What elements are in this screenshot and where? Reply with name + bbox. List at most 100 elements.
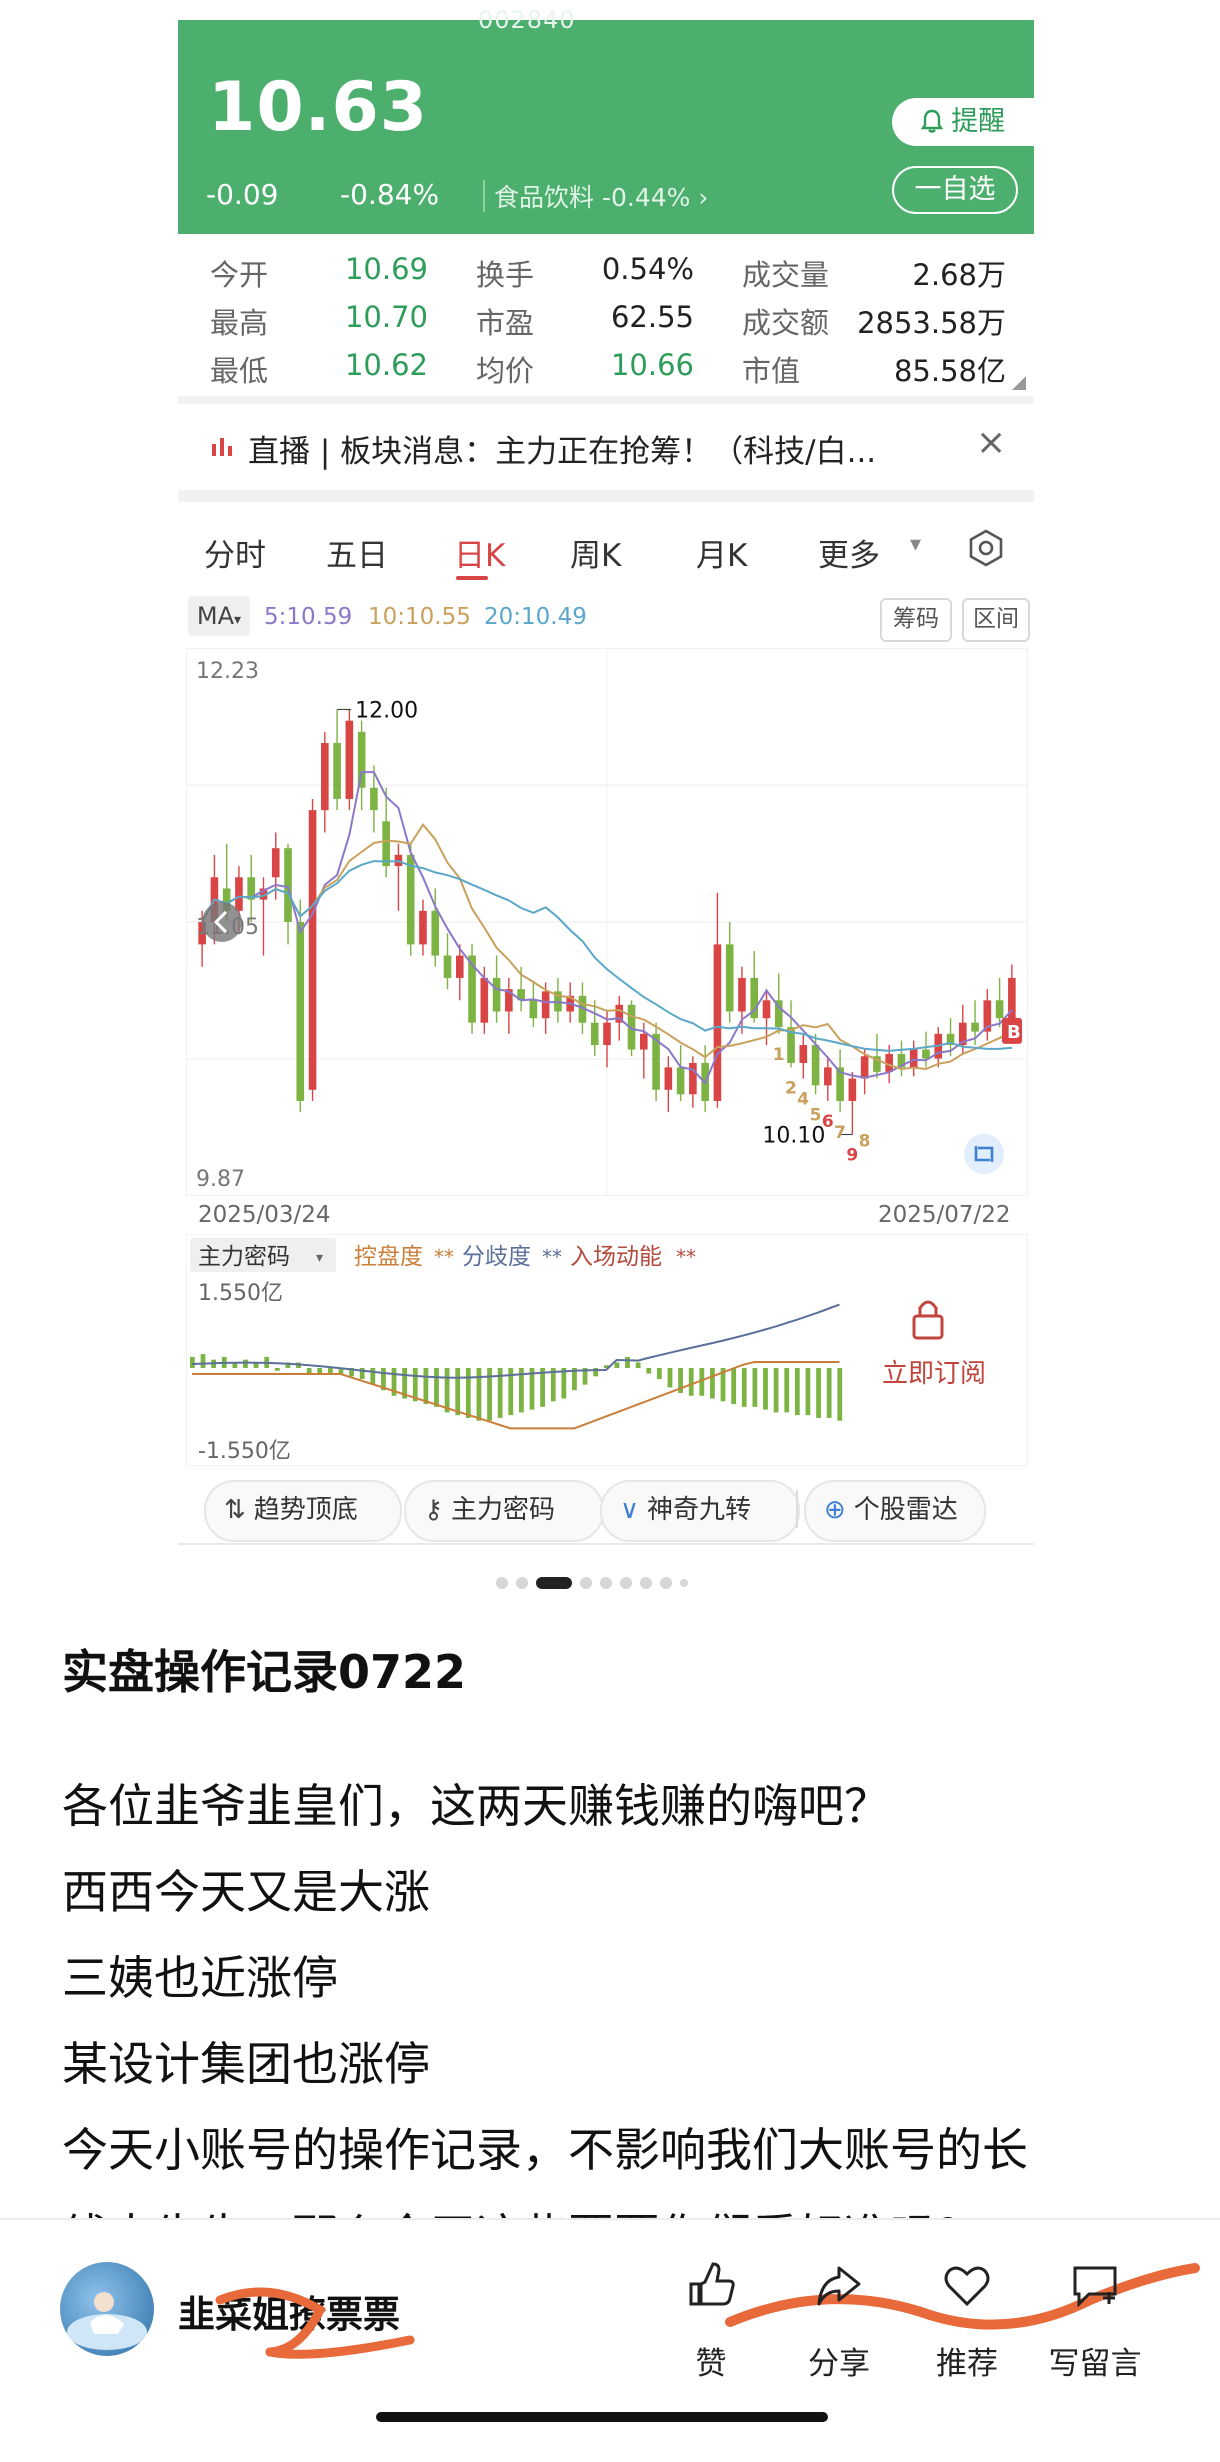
pager-dot[interactable] bbox=[660, 1576, 672, 1589]
quote-value: 10.70 bbox=[344, 300, 428, 334]
pager-dot[interactable] bbox=[580, 1576, 592, 1589]
quote-header: 002840 10.63 -0.09 -0.84% 食品饮料 -0.44% › … bbox=[178, 6, 1034, 234]
indicator-bar bbox=[306, 1368, 312, 1374]
chips-button[interactable]: 筹码 bbox=[880, 598, 952, 642]
candle-body bbox=[370, 787, 378, 811]
range-button[interactable]: 区间 bbox=[962, 598, 1030, 642]
pager-dot[interactable] bbox=[640, 1576, 652, 1589]
candle-body bbox=[455, 955, 464, 978]
pager-dot[interactable] bbox=[680, 1578, 688, 1587]
caret-down-icon: ▾ bbox=[316, 1250, 323, 1266]
indicator-bar bbox=[370, 1368, 376, 1385]
candle-body bbox=[848, 1078, 857, 1101]
tab-5[interactable]: 更多 bbox=[818, 530, 880, 575]
candle-body bbox=[922, 1049, 930, 1059]
remind-button[interactable]: 提醒 bbox=[892, 98, 1034, 146]
indicator-bar bbox=[667, 1368, 673, 1388]
candle-body bbox=[713, 944, 722, 1101]
quote-value: 85.58亿 bbox=[893, 354, 1006, 388]
add-watchlist-button[interactable]: 一自选 bbox=[892, 166, 1018, 214]
candle-body bbox=[909, 1049, 918, 1068]
action-heart-button[interactable]: 推荐 bbox=[912, 2258, 1022, 2398]
price-change: -0.09 bbox=[206, 178, 279, 211]
kline-chart[interactable]: 12.2311.059.8712.0010.1012456798B bbox=[185, 647, 1029, 1197]
indicator-bar bbox=[200, 1354, 206, 1368]
quote-value: 2.68万 bbox=[912, 258, 1006, 292]
post-line: 某设计集团也涨停 bbox=[62, 2037, 430, 2091]
settings-gear-icon[interactable] bbox=[966, 528, 1006, 568]
sector-link[interactable]: 食品饮料 -0.44% › bbox=[494, 178, 708, 214]
bottom-action-bar: 韭菜姐撩票票 赞分享 推荐 写留言 bbox=[0, 2218, 1220, 2462]
expand-corner-icon[interactable] bbox=[1012, 376, 1026, 390]
action-label: 推荐 bbox=[936, 2346, 998, 2382]
live-bars-icon bbox=[212, 438, 232, 456]
tab-3[interactable]: 周K bbox=[570, 530, 621, 575]
sector-percent: -0.44% bbox=[601, 183, 691, 212]
nine-turn-label: 4 bbox=[797, 1090, 809, 1110]
quote-key: 最高 bbox=[210, 306, 269, 340]
candle-body bbox=[541, 991, 550, 1019]
share-icon bbox=[817, 2266, 861, 2306]
candle-body bbox=[860, 1056, 869, 1079]
indicator-bar bbox=[784, 1368, 790, 1413]
pager-dot[interactable] bbox=[620, 1576, 632, 1589]
quote-value: 0.54% bbox=[601, 252, 694, 286]
price-change-percent: -0.84% bbox=[340, 178, 440, 211]
close-icon[interactable]: × bbox=[976, 422, 1006, 463]
candle-body bbox=[321, 743, 329, 811]
quote-value: 10.66 bbox=[610, 348, 694, 382]
high-price-label: 12.00 bbox=[355, 698, 418, 723]
tool-button[interactable]: ⊕ 个股雷达 bbox=[804, 1480, 986, 1542]
action-like-button[interactable]: 赞 bbox=[656, 2258, 766, 2398]
pager-dot-active[interactable] bbox=[536, 1576, 572, 1589]
tab-1[interactable]: 五日 bbox=[326, 530, 388, 575]
post-line: 各位韭爷韭皇们，这两天赚钱赚的嗨吧？ bbox=[62, 1779, 890, 1833]
nine-turn-icon: ∨ bbox=[620, 1495, 640, 1525]
pager-dot[interactable] bbox=[496, 1576, 508, 1589]
action-label: 写留言 bbox=[1048, 2346, 1142, 2382]
tab-2[interactable]: 日K bbox=[454, 530, 505, 575]
indicator-bar bbox=[635, 1362, 641, 1368]
indicator-bar bbox=[826, 1368, 832, 1418]
post-line: 今天小账号的操作记录，不影响我们大账号的长 bbox=[62, 2123, 1028, 2177]
trend-icon: ⇅ bbox=[224, 1495, 246, 1525]
tab-4[interactable]: 月K bbox=[696, 530, 747, 575]
indicator-bar bbox=[794, 1368, 800, 1416]
candle-body bbox=[382, 821, 390, 867]
action-label: 赞 bbox=[695, 2346, 727, 2382]
low-price-label: 10.10 bbox=[762, 1124, 825, 1149]
candle-body bbox=[419, 910, 427, 945]
candle-body bbox=[345, 720, 354, 799]
candle-body bbox=[308, 810, 317, 1090]
candle-body bbox=[529, 1000, 538, 1019]
candle-body bbox=[357, 731, 366, 788]
ma-label: MA bbox=[196, 602, 235, 630]
action-comment-button[interactable]: 写留言 bbox=[1040, 2258, 1150, 2398]
candle-body bbox=[284, 848, 292, 922]
subscribe-button[interactable]: 立即订阅 bbox=[882, 1359, 986, 1389]
post-line: 西西今天又是大涨 bbox=[62, 1865, 430, 1919]
tool-button[interactable]: ∨ 神奇九转 bbox=[600, 1480, 800, 1542]
tool-row: ⇅ 趋势顶底 ⚷ 主力密码 ∨ 神奇九转 ⊕ 个股雷达 bbox=[178, 1476, 1034, 1542]
like-icon bbox=[689, 2262, 735, 2306]
pager-dot[interactable] bbox=[600, 1576, 612, 1589]
nine-turn-label: 5 bbox=[810, 1105, 822, 1125]
tool-button[interactable]: ⚷ 主力密码 bbox=[404, 1480, 604, 1542]
fullscreen-button[interactable] bbox=[964, 1134, 1004, 1174]
tab-0[interactable]: 分时 bbox=[204, 530, 266, 575]
image-pager[interactable] bbox=[496, 1572, 696, 1591]
stock-card: 002840 10.63 -0.09 -0.84% 食品饮料 -0.44% › … bbox=[178, 6, 1034, 1545]
indicator-legend-label: 入场动能 bbox=[570, 1244, 662, 1270]
nine-turn-label: 8 bbox=[859, 1131, 871, 1151]
indicator-bar bbox=[243, 1359, 248, 1368]
divider bbox=[178, 1543, 1034, 1545]
pager-dot[interactable] bbox=[516, 1576, 528, 1589]
action-share-button[interactable]: 分享 bbox=[784, 2258, 894, 2398]
tool-button[interactable]: ⇅ 趋势顶底 bbox=[204, 1480, 402, 1542]
ma-selector[interactable]: MA▾ bbox=[188, 596, 250, 636]
candle-body bbox=[995, 1000, 1004, 1019]
indicator-bar bbox=[561, 1368, 567, 1399]
candle-body bbox=[492, 977, 501, 1012]
indicator-bar bbox=[476, 1368, 482, 1421]
news-banner[interactable]: 直播 | 板块消息：主力正在抢筹！（科技/白... × bbox=[178, 404, 1034, 490]
